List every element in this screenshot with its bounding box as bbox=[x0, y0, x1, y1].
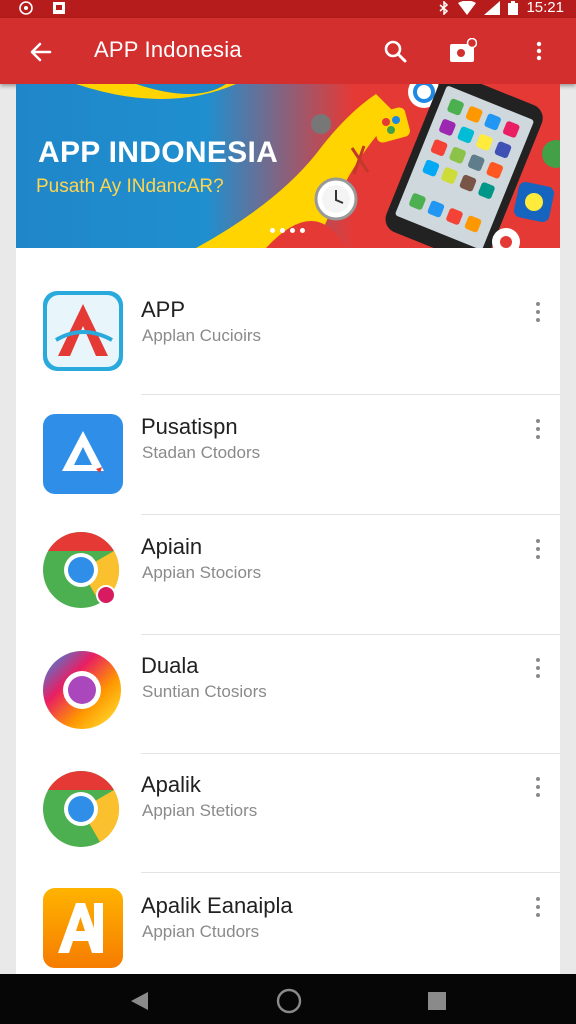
app-list: APP Applan Cucioirs Pusatispn Stadan Cto… bbox=[16, 248, 560, 974]
list-item[interactable]: Apalik Appian Stetiors bbox=[16, 753, 560, 873]
back-nav-icon[interactable] bbox=[128, 990, 150, 1012]
more-vert-icon[interactable] bbox=[530, 654, 546, 682]
status-time: 15:21 bbox=[526, 0, 564, 16]
battery-icon bbox=[508, 1, 519, 15]
more-vert-icon bbox=[536, 41, 542, 61]
rainbow-ring-app-icon bbox=[43, 651, 121, 729]
app-subtitle: Appian Ctudors bbox=[142, 922, 260, 941]
chrome-style-app-icon bbox=[43, 531, 120, 608]
camera-icon bbox=[450, 38, 477, 62]
app-name: APP bbox=[141, 297, 186, 322]
blue-triangle-app-icon bbox=[43, 414, 123, 494]
banner-page-indicator bbox=[270, 228, 305, 233]
app-subtitle: Applan Cucioirs bbox=[142, 326, 262, 345]
bluetooth-icon bbox=[439, 1, 449, 15]
settings-icon bbox=[19, 1, 33, 15]
chrome-app-icon bbox=[43, 770, 120, 847]
orange-a-app-icon bbox=[43, 888, 123, 968]
camera-button[interactable] bbox=[446, 34, 480, 68]
home-nav-icon[interactable] bbox=[276, 988, 302, 1014]
back-arrow-icon bbox=[30, 42, 52, 62]
app-subtitle: Appian Stetiors bbox=[142, 801, 258, 820]
back-button[interactable] bbox=[24, 35, 58, 69]
more-vert-icon[interactable] bbox=[530, 893, 546, 921]
banner-title: APP INDONESIA bbox=[38, 136, 279, 169]
status-bar: 15:21 bbox=[0, 0, 576, 18]
app-name: Apalik bbox=[141, 772, 201, 797]
overflow-menu-button[interactable] bbox=[522, 34, 556, 68]
more-vert-icon[interactable] bbox=[530, 298, 546, 326]
app-name: Apalik Eanaipla bbox=[141, 893, 293, 918]
banner-subtitle: Pusath Ay INdancAR? bbox=[36, 176, 224, 197]
more-vert-icon[interactable] bbox=[530, 773, 546, 801]
app-name: Duala bbox=[141, 653, 199, 678]
app-subtitle: Stadan Ctodors bbox=[142, 443, 261, 462]
wifi-icon bbox=[458, 1, 477, 15]
search-button[interactable] bbox=[378, 34, 412, 68]
system-nav-bar bbox=[0, 974, 576, 1024]
list-item[interactable]: Pusatispn Stadan Ctodors bbox=[16, 395, 560, 515]
recents-nav-icon[interactable] bbox=[426, 990, 448, 1012]
more-vert-icon[interactable] bbox=[530, 535, 546, 563]
notification-icon bbox=[53, 2, 65, 14]
list-item[interactable]: Duala Suntian Ctosiors bbox=[16, 634, 560, 754]
app-subtitle: Suntian Ctosiors bbox=[142, 682, 267, 701]
signal-icon bbox=[484, 1, 501, 15]
search-icon bbox=[384, 40, 407, 63]
app-name: Apiain bbox=[141, 534, 203, 559]
red-a-app-icon bbox=[43, 291, 123, 371]
more-vert-icon[interactable] bbox=[530, 415, 546, 443]
app-name: Pusatispn bbox=[141, 414, 238, 439]
page-title: APP Indonesia bbox=[94, 37, 242, 62]
app-toolbar: APP Indonesia bbox=[0, 18, 576, 84]
app-subtitle: Appian Stociors bbox=[142, 563, 262, 582]
promo-banner[interactable]: APP INDONESIA Pusath Ay INdancAR? bbox=[16, 84, 560, 248]
list-item[interactable]: Apiain Appian Stociors bbox=[16, 515, 560, 635]
list-item[interactable]: APP Applan Cucioirs bbox=[16, 248, 560, 395]
